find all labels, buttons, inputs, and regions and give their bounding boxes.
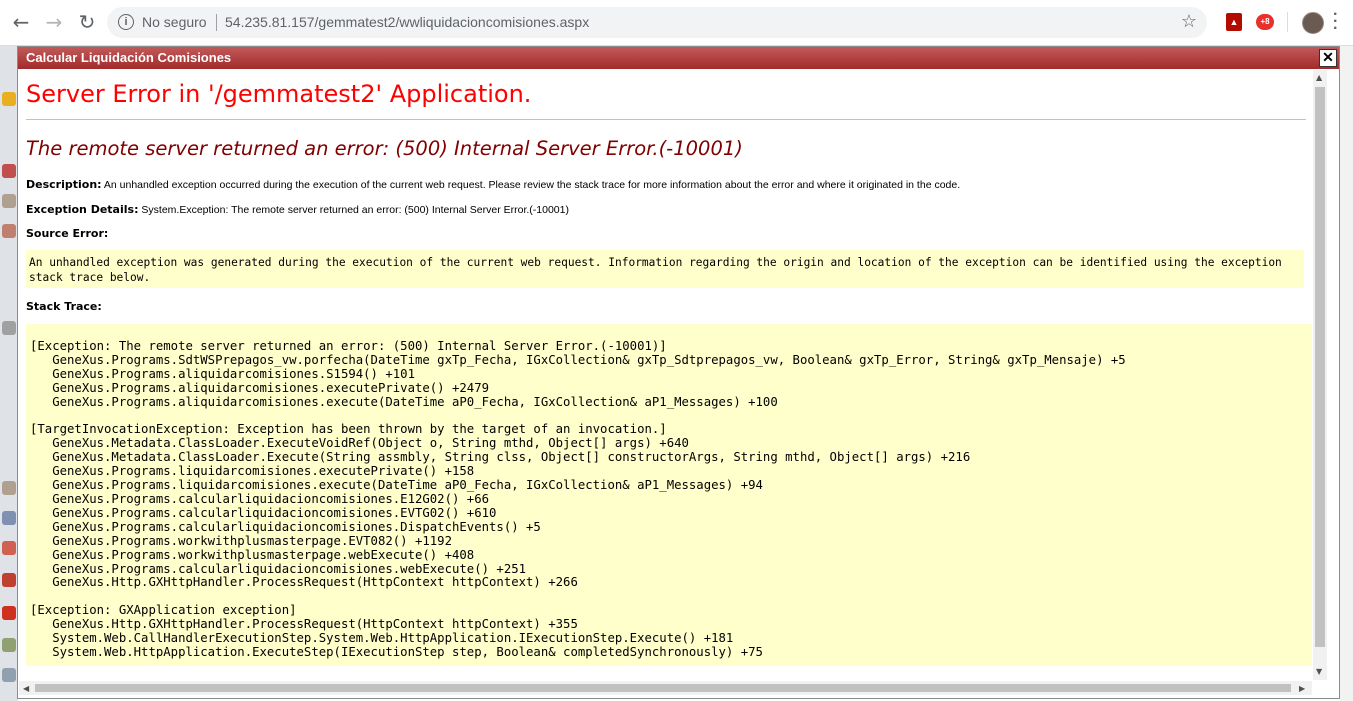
tool-icon [2, 511, 16, 525]
document-icon [2, 321, 16, 335]
browser-toolbar: ← → ↻ i No seguro 54.235.81.157/gemmates… [0, 0, 1353, 46]
reload-icon[interactable]: ↻ [75, 10, 99, 34]
liquidacion-dialog: Calcular Liquidación Comisiones ✕ Server… [17, 46, 1340, 699]
error-message: The remote server returned an error: (50… [26, 137, 743, 160]
home-icon [2, 164, 16, 178]
settings-icon [2, 638, 16, 652]
exception-details-line: Exception Details: System.Exception: The… [26, 203, 569, 216]
background-page-right [1340, 46, 1353, 701]
stack-trace-text: [Exception: The remote server returned a… [30, 339, 1126, 659]
info-icon[interactable]: i [118, 14, 134, 30]
exception-details-label: Exception Details: [26, 203, 139, 216]
background-logo-icon [2, 92, 16, 106]
error-page: Server Error in '/gemmatest2' Applicatio… [19, 70, 1312, 680]
globe-icon [2, 573, 16, 587]
list-icon [2, 668, 16, 682]
stack-trace-label: Stack Trace: [26, 300, 102, 313]
source-error-text: An unhandled exception was generated dur… [29, 256, 1282, 284]
grid-icon [2, 194, 16, 208]
security-label[interactable]: No seguro [142, 14, 207, 30]
extension-badge[interactable]: +8 [1256, 14, 1274, 30]
vertical-scrollbar[interactable]: ▲ ▼ [1313, 70, 1327, 680]
pdf-extension-icon[interactable]: ▲ [1226, 13, 1242, 31]
vertical-scroll-thumb[interactable] [1315, 87, 1325, 647]
description-text: An unhandled exception occurred during t… [101, 179, 961, 191]
horizontal-scroll-thumb[interactable] [35, 684, 1291, 692]
stack-trace-box: [Exception: The remote server returned a… [26, 324, 1312, 666]
description-line: Description: An unhandled exception occu… [26, 178, 960, 191]
scroll-down-icon[interactable]: ▼ [1316, 667, 1322, 676]
kebab-menu-icon[interactable]: · · · [1333, 7, 1338, 37]
source-error-label: Source Error: [26, 227, 109, 240]
server-error-heading: Server Error in '/gemmatest2' Applicatio… [26, 80, 532, 108]
grid-icon [2, 481, 16, 495]
scroll-right-icon[interactable]: ▶ [1299, 684, 1305, 693]
description-label: Description: [26, 178, 102, 191]
arrow-right-icon[interactable]: → [42, 10, 66, 34]
dialog-header[interactable]: Calcular Liquidación Comisiones ✕ [18, 47, 1339, 69]
address-bar[interactable]: i No seguro 54.235.81.157/gemmatest2/wwl… [107, 7, 1207, 38]
dialog-title: Calcular Liquidación Comisiones [26, 50, 232, 65]
star-icon[interactable]: ☆ [1181, 11, 1197, 32]
background-page [0, 46, 18, 701]
grid-icon [2, 224, 16, 238]
scroll-up-icon[interactable]: ▲ [1316, 73, 1322, 82]
omnibox-separator [216, 14, 217, 31]
horizontal-scrollbar[interactable]: ◀ ▶ [19, 681, 1312, 695]
close-circle-icon [2, 606, 16, 620]
heading-divider [26, 119, 1306, 120]
scroll-left-icon[interactable]: ◀ [23, 684, 29, 693]
toolbar-divider [1287, 12, 1288, 32]
shield-icon [2, 541, 16, 555]
url-text[interactable]: 54.235.81.157/gemmatest2/wwliquidacionco… [225, 14, 589, 30]
exception-details-text: System.Exception: The remote server retu… [138, 204, 569, 216]
source-error-box: An unhandled exception was generated dur… [26, 250, 1304, 288]
arrow-left-icon[interactable]: ← [9, 10, 33, 34]
avatar[interactable] [1302, 12, 1324, 34]
close-icon[interactable]: ✕ [1319, 49, 1337, 67]
